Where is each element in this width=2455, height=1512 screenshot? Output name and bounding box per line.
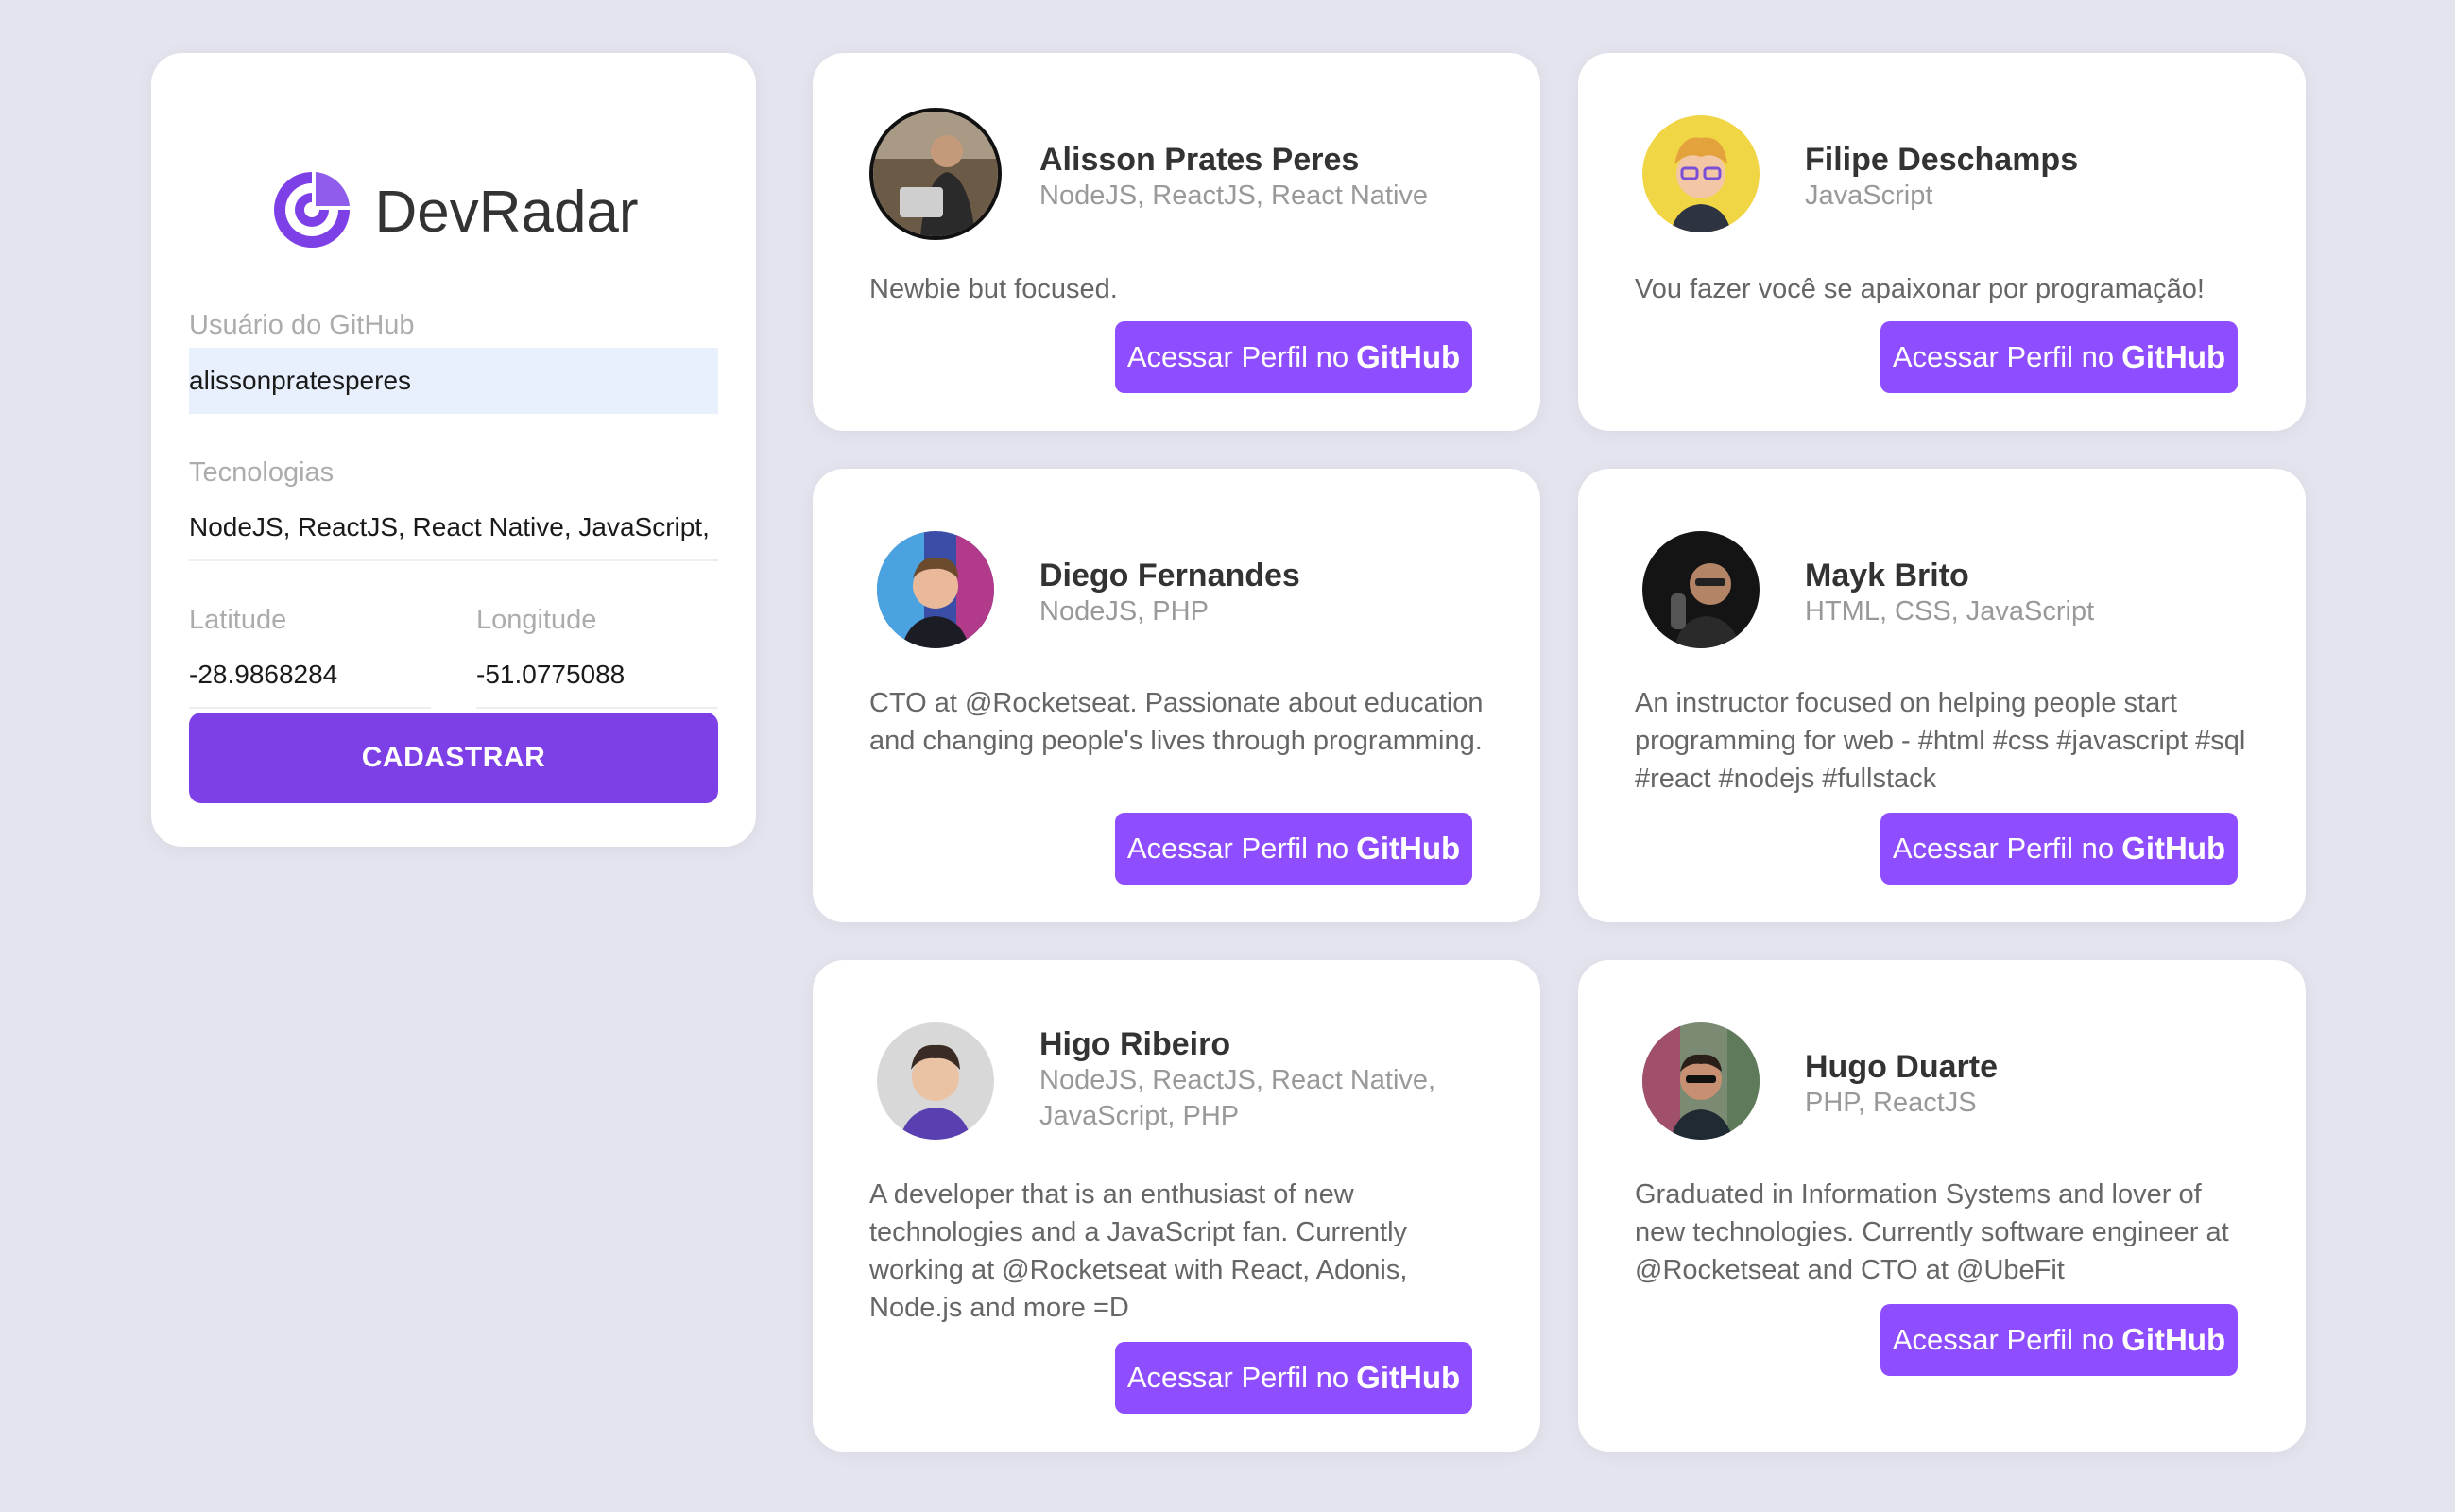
- brand-header: DevRadar: [151, 166, 756, 258]
- dev-card: Hugo Duarte PHP, ReactJS Graduated in In…: [1578, 960, 2306, 1452]
- dev-name: Alisson Prates Peres: [1039, 142, 1360, 178]
- github-button-label: Acessar Perfil no: [1126, 832, 1349, 865]
- dev-name: Mayk Brito: [1805, 558, 1969, 593]
- avatar-image-icon: [877, 531, 994, 648]
- dev-techs: NodeJS, ReactJS, React Native, JavaScrip…: [1039, 1065, 1436, 1131]
- dev-techs: HTML, CSS, JavaScript: [1805, 596, 2095, 627]
- github-button-label: Acessar Perfil no: [1126, 340, 1349, 373]
- dev-bio: Vou fazer você se apaixonar por programa…: [1635, 274, 2205, 304]
- dev-bio: CTO at @Rocketseat. Passionate about edu…: [869, 688, 1484, 756]
- avatar: [869, 524, 1002, 656]
- github-button-label: Acessar Perfil no: [1126, 1361, 1349, 1394]
- github-button-label: Acessar Perfil no: [1892, 832, 2115, 865]
- devradar-page: DevRadar Usuário do GitHub alissonprates…: [0, 0, 2455, 1512]
- avatar-image-icon: [869, 108, 1002, 240]
- dev-techs: JavaScript: [1805, 180, 1933, 211]
- github-brand-label: GitHub: [2121, 339, 2226, 374]
- brand-name: DevRadar: [374, 180, 639, 245]
- avatar: [869, 1015, 1002, 1147]
- latitude-label: Latitude: [189, 605, 287, 635]
- github-brand-label: GitHub: [1356, 831, 1461, 866]
- latitude-input[interactable]: -28.9868284: [189, 643, 431, 709]
- github-button-label: Acessar Perfil no: [1892, 1323, 2115, 1356]
- avatar: [869, 108, 1002, 240]
- register-button[interactable]: CADASTRAR: [189, 713, 718, 803]
- avatar: [1635, 524, 1767, 656]
- longitude-input[interactable]: -51.0775088: [476, 643, 718, 709]
- dev-card: Mayk Brito HTML, CSS, JavaScript An inst…: [1578, 469, 2306, 922]
- avatar-image-icon: [877, 1022, 994, 1140]
- avatar: [1635, 108, 1767, 240]
- github-profile-button[interactable]: Acessar Perfil no GitHub: [1115, 813, 1472, 885]
- techs-label: Tecnologias: [189, 457, 335, 488]
- github-profile-button[interactable]: Acessar Perfil no GitHub: [1115, 1342, 1472, 1414]
- dev-card: Diego Fernandes NodeJS, PHP CTO at @Rock…: [813, 469, 1540, 922]
- dev-card: Alisson Prates Peres NodeJS, ReactJS, Re…: [813, 53, 1540, 431]
- dev-card: Higo Ribeiro NodeJS, ReactJS, React Nati…: [813, 960, 1540, 1452]
- github-profile-button[interactable]: Acessar Perfil no GitHub: [1115, 321, 1472, 393]
- dev-name: Filipe Deschamps: [1805, 142, 2079, 178]
- github-user-label: Usuário do GitHub: [189, 310, 415, 340]
- github-brand-label: GitHub: [2121, 1322, 2226, 1357]
- github-profile-button[interactable]: Acessar Perfil no GitHub: [1880, 813, 2238, 885]
- github-button-label: Acessar Perfil no: [1892, 340, 2115, 373]
- dev-bio: An instructor focused on helping people …: [1635, 688, 2246, 794]
- github-brand-label: GitHub: [1356, 339, 1461, 374]
- avatar: [1635, 1015, 1767, 1147]
- dev-bio: A developer that is an enthusiast of new…: [869, 1179, 1408, 1323]
- github-user-input[interactable]: alissonpratesperes: [189, 348, 718, 414]
- avatar-image-icon: [1642, 1022, 1760, 1140]
- dev-techs: PHP, ReactJS: [1805, 1088, 1977, 1118]
- github-brand-label: GitHub: [2121, 831, 2226, 866]
- register-form-panel: DevRadar Usuário do GitHub alissonprates…: [151, 53, 756, 847]
- github-profile-button[interactable]: Acessar Perfil no GitHub: [1880, 1304, 2238, 1376]
- dev-card: Filipe Deschamps JavaScript Vou fazer vo…: [1578, 53, 2306, 431]
- dev-techs: NodeJS, ReactJS, React Native: [1039, 180, 1429, 211]
- dev-name: Diego Fernandes: [1039, 558, 1300, 593]
- longitude-label: Longitude: [476, 605, 597, 635]
- avatar-image-icon: [1642, 531, 1760, 648]
- avatar-image-icon: [1642, 115, 1760, 232]
- dev-bio: Newbie but focused.: [869, 274, 1118, 304]
- github-profile-button[interactable]: Acessar Perfil no GitHub: [1880, 321, 2238, 393]
- dev-name: Hugo Duarte: [1805, 1049, 1998, 1085]
- dev-name: Higo Ribeiro: [1039, 1026, 1231, 1062]
- dev-techs: NodeJS, PHP: [1039, 596, 1209, 627]
- radar-logo-icon: [268, 166, 355, 258]
- github-brand-label: GitHub: [1356, 1360, 1461, 1395]
- techs-input[interactable]: NodeJS, ReactJS, React Native, JavaScrip…: [189, 495, 718, 561]
- dev-bio: Graduated in Information Systems and lov…: [1635, 1179, 2229, 1285]
